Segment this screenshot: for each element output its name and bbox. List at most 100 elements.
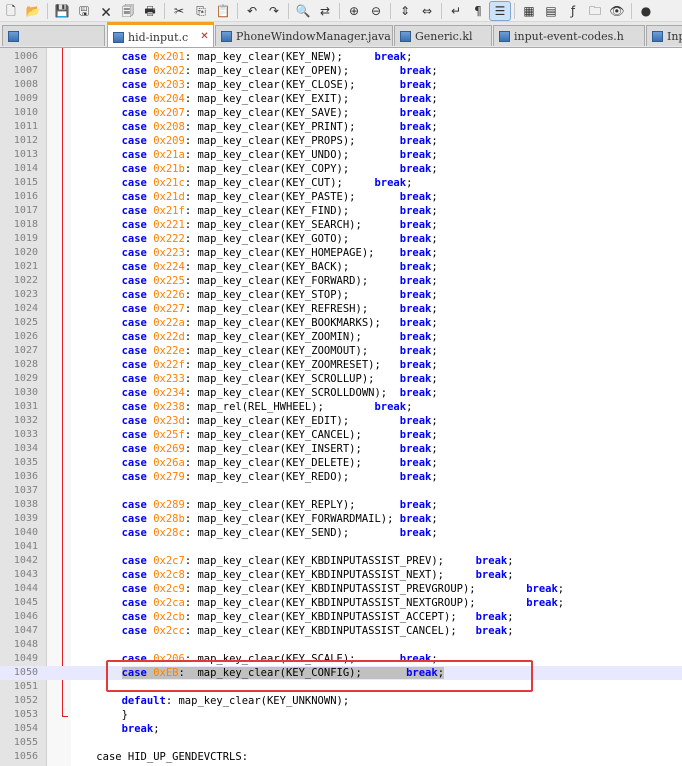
close-icon[interactable]: 🗙 xyxy=(96,2,116,20)
code-line[interactable]: 1031 case 0x238: map_rel(REL_HWHEEL); br… xyxy=(0,400,682,414)
file-tab[interactable] xyxy=(2,25,105,46)
code-line[interactable]: 1047 case 0x2cc: map_key_clear(KEY_KBDIN… xyxy=(0,624,682,638)
code-line[interactable]: 1042 case 0x2c7: map_key_clear(KEY_KBDIN… xyxy=(0,554,682,568)
code-line[interactable]: 1044 case 0x2c9: map_key_clear(KEY_KBDIN… xyxy=(0,582,682,596)
number-token: 0x233 xyxy=(153,373,185,385)
undo-icon[interactable]: ↶ xyxy=(242,2,262,20)
code-line[interactable]: 1008 case 0x203: map_key_clear(KEY_CLOSE… xyxy=(0,78,682,92)
file-tab[interactable]: Generic.kl xyxy=(394,25,492,46)
file-tab-label: input-event-codes.h xyxy=(514,29,624,43)
cut-icon[interactable]: ✂ xyxy=(169,2,189,20)
code-line[interactable]: 1020 case 0x223: map_key_clear(KEY_HOMEP… xyxy=(0,246,682,260)
code-line[interactable]: 1056 case HID_UP_GENDEVCTRLS: xyxy=(0,750,682,764)
line-number: 1041 xyxy=(13,541,38,552)
code-line[interactable]: 1025 case 0x22a: map_key_clear(KEY_BOOKM… xyxy=(0,316,682,330)
code-line[interactable]: 1055 xyxy=(0,736,682,750)
code-line[interactable]: 1006 case 0x201: map_key_clear(KEY_NEW);… xyxy=(0,50,682,64)
file-tab[interactable]: Inp xyxy=(646,25,682,46)
code-line[interactable]: 1045 case 0x2ca: map_key_clear(KEY_KBDIN… xyxy=(0,596,682,610)
code-line[interactable]: 1035 case 0x26a: map_key_clear(KEY_DELET… xyxy=(0,456,682,470)
code-line[interactable]: 1043 case 0x2c8: map_key_clear(KEY_KBDIN… xyxy=(0,568,682,582)
print-icon[interactable]: 🖶 xyxy=(140,2,160,20)
code-line[interactable]: 1040 case 0x28c: map_key_clear(KEY_SEND)… xyxy=(0,526,682,540)
file-tab[interactable]: hid-input.c ✕ xyxy=(107,22,214,47)
new-file-icon[interactable]: 🗋 xyxy=(1,2,21,20)
code-line[interactable]: 1016 case 0x21d: map_key_clear(KEY_PASTE… xyxy=(0,190,682,204)
zoom-out-icon[interactable]: ⊖ xyxy=(366,2,386,20)
function-list-icon[interactable]: ƒ xyxy=(563,2,583,20)
line-number: 1018 xyxy=(13,219,38,230)
user-language-icon[interactable]: ▦ xyxy=(519,2,539,20)
code-line[interactable]: 1053 } xyxy=(0,708,682,722)
code-line[interactable]: 1007 case 0x202: map_key_clear(KEY_OPEN)… xyxy=(0,64,682,78)
code-line[interactable]: 1038 case 0x289: map_key_clear(KEY_REPLY… xyxy=(0,498,682,512)
save-icon[interactable]: 💾 xyxy=(52,2,72,20)
find-icon[interactable]: 🔍 xyxy=(293,2,313,20)
code-line[interactable]: 1017 case 0x21f: map_key_clear(KEY_FIND)… xyxy=(0,204,682,218)
code-line[interactable]: 1027 case 0x22e: map_key_clear(KEY_ZOOMO… xyxy=(0,344,682,358)
code-line[interactable]: 1015 case 0x21c: map_key_clear(KEY_CUT);… xyxy=(0,176,682,190)
record-macro-icon[interactable]: ● xyxy=(636,2,656,20)
code-line[interactable]: 1046 case 0x2cb: map_key_clear(KEY_KBDIN… xyxy=(0,610,682,624)
code-line[interactable]: 1029 case 0x233: map_key_clear(KEY_SCROL… xyxy=(0,372,682,386)
code-text: case 0x22e: map_key_clear(KEY_ZOOMOUT); … xyxy=(71,344,438,358)
code-text: case 0x21c: map_key_clear(KEY_CUT); brea… xyxy=(71,176,413,190)
code-line[interactable]: 1028 case 0x22f: map_key_clear(KEY_ZOOMR… xyxy=(0,358,682,372)
code-line[interactable]: 1033 case 0x25f: map_key_clear(KEY_CANCE… xyxy=(0,428,682,442)
code-line[interactable]: 1037 xyxy=(0,484,682,498)
open-file-icon[interactable]: 📂 xyxy=(23,2,43,20)
save-all-icon[interactable]: 🖫 xyxy=(74,2,94,20)
code-line[interactable]: 1041 xyxy=(0,540,682,554)
code-line[interactable]: 1039 case 0x28b: map_key_clear(KEY_FORWA… xyxy=(0,512,682,526)
document-map-icon[interactable]: ▤ xyxy=(541,2,561,20)
word-wrap-icon[interactable]: ↵ xyxy=(446,2,466,20)
text-token: : map_key_clear(KEY_KBDINPUTASSIST_NEXT)… xyxy=(184,569,476,581)
code-line[interactable]: 1023 case 0x226: map_key_clear(KEY_STOP)… xyxy=(0,288,682,302)
code-line[interactable]: 1021 case 0x224: map_key_clear(KEY_BACK)… xyxy=(0,260,682,274)
code-line[interactable]: 1010 case 0x207: map_key_clear(KEY_SAVE)… xyxy=(0,106,682,120)
code-line[interactable]: 1014 case 0x21b: map_key_clear(KEY_COPY)… xyxy=(0,162,682,176)
code-line[interactable]: 1018 case 0x221: map_key_clear(KEY_SEARC… xyxy=(0,218,682,232)
folder-workspace-icon[interactable]: 🗀 xyxy=(585,2,605,20)
code-line[interactable]: 1009 case 0x204: map_key_clear(KEY_EXIT)… xyxy=(0,92,682,106)
number-token: 0x221 xyxy=(153,219,185,231)
copy-icon[interactable]: ⎘ xyxy=(191,2,211,20)
replace-icon[interactable]: ⇄ xyxy=(315,2,335,20)
tab-close-icon[interactable]: ✕ xyxy=(199,32,210,43)
code-line[interactable]: 1032 case 0x23d: map_key_clear(KEY_EDIT)… xyxy=(0,414,682,428)
indent-guide-icon[interactable]: ☰ xyxy=(489,0,511,21)
redo-icon[interactable]: ↷ xyxy=(264,2,284,20)
code-line[interactable]: 1034 case 0x269: map_key_clear(KEY_INSER… xyxy=(0,442,682,456)
sync-vertical-icon[interactable]: ⇕ xyxy=(395,2,415,20)
code-line[interactable]: 1011 case 0x208: map_key_clear(KEY_PRINT… xyxy=(0,120,682,134)
code-line[interactable]: 1054 break; xyxy=(0,722,682,736)
code-line[interactable]: 1026 case 0x22d: map_key_clear(KEY_ZOOMI… xyxy=(0,330,682,344)
show-all-characters-icon[interactable]: ¶ xyxy=(468,2,488,20)
file-tab[interactable]: PhoneWindowManager.java xyxy=(215,25,393,46)
monitoring-icon[interactable]: 👁 xyxy=(607,2,627,20)
line-number: 1019 xyxy=(13,233,38,244)
code-line[interactable]: 1030 case 0x234: map_key_clear(KEY_SCROL… xyxy=(0,386,682,400)
code-line[interactable]: 1013 case 0x21a: map_key_clear(KEY_UNDO)… xyxy=(0,148,682,162)
code-line[interactable]: 1022 case 0x225: map_key_clear(KEY_FORWA… xyxy=(0,274,682,288)
zoom-in-icon[interactable]: ⊕ xyxy=(344,2,364,20)
code-line[interactable]: 1012 case 0x209: map_key_clear(KEY_PROPS… xyxy=(0,134,682,148)
code-line[interactable]: 1036 case 0x279: map_key_clear(KEY_REDO)… xyxy=(0,470,682,484)
code-line[interactable]: 1024 case 0x227: map_key_clear(KEY_REFRE… xyxy=(0,302,682,316)
code-editor[interactable]: 1006 case 0x201: map_key_clear(KEY_NEW);… xyxy=(0,48,682,766)
code-line[interactable]: 1019 case 0x222: map_key_clear(KEY_GOTO)… xyxy=(0,232,682,246)
code-text: } xyxy=(71,708,128,722)
code-lines[interactable]: 1006 case 0x201: map_key_clear(KEY_NEW);… xyxy=(0,50,682,764)
code-line[interactable]: 1048 xyxy=(0,638,682,652)
close-all-icon[interactable]: 🗐 xyxy=(118,2,138,20)
number-token: 0x2c8 xyxy=(153,569,185,581)
number-token: 0x28b xyxy=(153,513,185,525)
code-line[interactable]: 1052 default: map_key_clear(KEY_UNKNOWN)… xyxy=(0,694,682,708)
sync-horizontal-icon[interactable]: ⇔ xyxy=(417,2,437,20)
file-tab[interactable]: input-event-codes.h xyxy=(493,25,645,46)
keyword-token: case xyxy=(121,401,147,413)
paste-icon[interactable]: 📋 xyxy=(213,2,233,20)
